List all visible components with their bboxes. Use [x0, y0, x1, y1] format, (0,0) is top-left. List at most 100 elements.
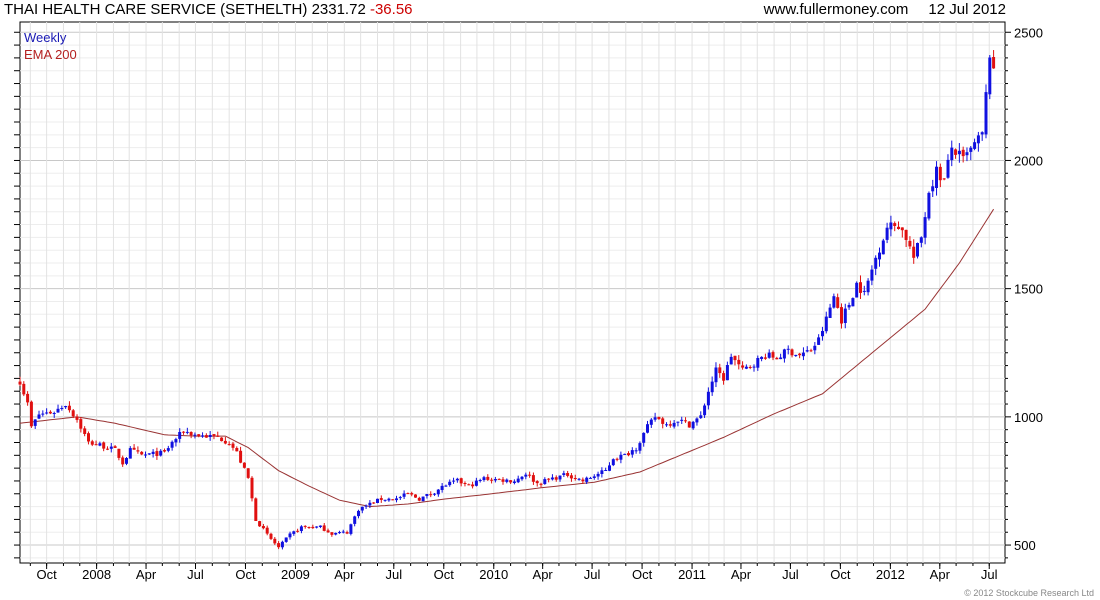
candle-body: [969, 147, 973, 152]
candle-body: [790, 349, 794, 356]
candle-body: [121, 457, 125, 465]
candle-body: [653, 417, 657, 420]
candle-body: [767, 352, 771, 358]
candle-body: [288, 533, 292, 538]
candle-body: [897, 226, 900, 229]
candle-body: [851, 298, 855, 307]
candle-body: [805, 350, 809, 352]
candle-body: [881, 240, 885, 255]
candle-body: [296, 530, 300, 532]
candle-body: [29, 401, 33, 427]
candle-body: [836, 297, 840, 308]
candle-body: [246, 468, 250, 478]
candle-body: [608, 465, 611, 471]
candle-body: [870, 269, 874, 281]
candle-body: [965, 152, 969, 156]
x-tick-label: Apr: [731, 567, 752, 582]
candle-body: [729, 356, 733, 365]
candle-body: [318, 525, 322, 527]
candle-body: [330, 532, 334, 535]
candle-body: [250, 477, 254, 499]
copyright-notice: © 2012 Stockcube Research Ltd: [964, 588, 1094, 598]
candle-body: [646, 424, 649, 433]
candle-body: [558, 475, 562, 480]
candle-body: [170, 441, 174, 448]
legend-weekly: Weekly: [24, 30, 67, 45]
candle-body: [840, 307, 843, 324]
candle-body: [699, 415, 703, 419]
y-tick-label: 2500: [1014, 25, 1043, 40]
candle-body: [402, 493, 406, 497]
candle-body: [733, 355, 737, 361]
candle-body: [395, 498, 398, 501]
candle-body: [543, 479, 547, 484]
candle-body: [684, 420, 687, 422]
candle-body: [48, 411, 52, 414]
candle-body: [269, 533, 273, 539]
candle-body: [691, 421, 695, 429]
candle-body: [94, 444, 98, 446]
candle-body: [326, 530, 330, 533]
candle-body: [79, 419, 83, 429]
candle-body: [474, 480, 478, 486]
x-tick-label: Oct: [830, 567, 851, 582]
candle-body: [695, 418, 699, 423]
candle-body: [566, 473, 570, 476]
candle-body: [490, 479, 494, 481]
candle-body: [976, 135, 980, 144]
candle-body: [984, 92, 988, 135]
candle-body: [957, 150, 961, 155]
candle-body: [710, 381, 714, 393]
candle-body: [33, 419, 37, 426]
candle-body: [459, 478, 463, 484]
candle-body: [577, 478, 581, 480]
x-tick-label: Oct: [235, 567, 256, 582]
x-tick-label: Jul: [584, 567, 601, 582]
candle-body: [900, 227, 904, 231]
candle-body: [41, 413, 45, 415]
candle-body: [505, 479, 509, 482]
candle-body: [581, 479, 585, 482]
candle-body: [87, 433, 90, 442]
candle-body: [151, 451, 155, 454]
candle-body: [220, 437, 224, 442]
candle-body: [501, 479, 505, 482]
candle-body: [463, 483, 467, 484]
candle-body: [360, 506, 364, 511]
candle-body: [497, 478, 501, 480]
candle-body: [832, 296, 836, 308]
candle-body: [801, 352, 805, 357]
candle-body: [307, 527, 311, 528]
candle-body: [284, 537, 288, 542]
x-tick-label: Jul: [187, 567, 204, 582]
candle-body: [687, 421, 691, 428]
candle-body: [147, 453, 151, 455]
candle-body: [725, 365, 729, 381]
candle-body: [223, 440, 227, 444]
candle-body: [672, 422, 676, 427]
candle-body: [676, 421, 680, 423]
candle-body: [589, 477, 592, 479]
candle-body: [961, 149, 965, 157]
candle-body: [71, 410, 75, 417]
candle-body: [512, 481, 516, 483]
candle-body: [231, 443, 235, 448]
y-tick-label: 1500: [1014, 282, 1043, 297]
candle-body: [665, 424, 668, 426]
candle-body: [642, 432, 646, 443]
x-tick-label: Apr: [930, 567, 951, 582]
candle-body: [931, 186, 935, 192]
candle-body: [83, 428, 87, 434]
candle-body: [357, 510, 360, 517]
candle-body: [889, 222, 893, 230]
candle-body: [155, 451, 159, 456]
candle-body: [992, 57, 996, 69]
candle-body: [509, 480, 513, 483]
candle-body: [417, 497, 421, 501]
candle-body: [235, 448, 239, 452]
candle-body: [771, 352, 775, 358]
candle-body: [216, 435, 220, 437]
y-tick-label: 500: [1014, 538, 1036, 553]
candle-body: [706, 391, 710, 406]
candle-body: [125, 458, 128, 464]
